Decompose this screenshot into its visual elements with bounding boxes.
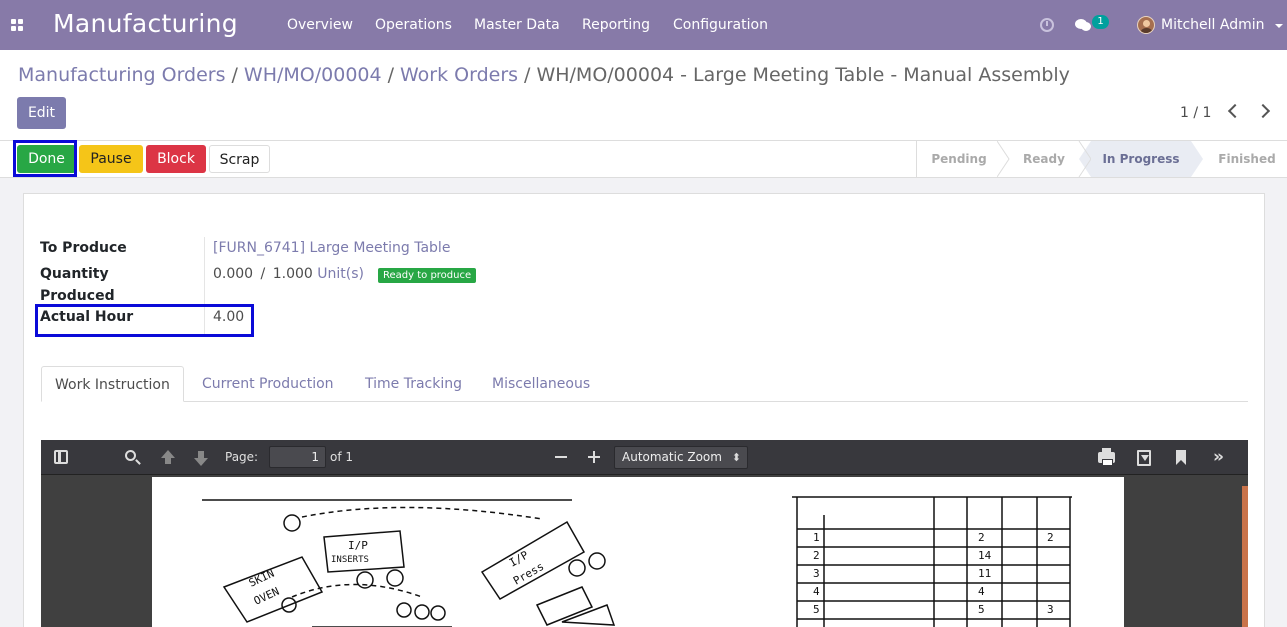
pdf-toolbar: Page: 1 of 1 Automatic Zoom » bbox=[41, 440, 1248, 475]
svg-text:5: 5 bbox=[813, 603, 820, 616]
svg-text:2: 2 bbox=[813, 549, 820, 562]
breadcrumb: Manufacturing Orders / WH/MO/00004/Work Or… bbox=[18, 64, 1070, 86]
svg-text:3: 3 bbox=[1047, 603, 1054, 616]
top-navbar: Manufacturing Overview Operations Master… bbox=[0, 0, 1287, 50]
tools-chevron-icon[interactable]: » bbox=[1213, 449, 1224, 466]
user-avatar[interactable] bbox=[1137, 16, 1155, 34]
status-badge: Ready to produce bbox=[378, 268, 477, 283]
stage-pending[interactable]: Pending bbox=[917, 141, 1001, 177]
svg-text:5: 5 bbox=[978, 603, 985, 616]
tab-current-production[interactable]: Current Production bbox=[202, 366, 334, 402]
apps-menu-icon[interactable] bbox=[11, 19, 24, 31]
svg-text:1: 1 bbox=[813, 531, 820, 544]
svg-text:2: 2 bbox=[978, 531, 985, 544]
svg-text:I/P: I/P bbox=[348, 539, 368, 552]
chevron-left-icon[interactable] bbox=[1227, 103, 1243, 119]
svg-text:3: 3 bbox=[813, 567, 820, 580]
menu-overview[interactable]: Overview bbox=[287, 17, 353, 33]
chat-count-badge: 1 bbox=[1092, 15, 1109, 29]
menu-reporting[interactable]: Reporting bbox=[582, 17, 650, 33]
tab-time-tracking[interactable]: Time Tracking bbox=[365, 366, 462, 402]
download-icon[interactable] bbox=[1137, 450, 1151, 466]
bookmark-icon[interactable] bbox=[1176, 450, 1186, 465]
qty-total: 1.000 bbox=[272, 266, 313, 282]
highlight-box-done bbox=[13, 140, 77, 177]
pdf-viewer: Page: 1 of 1 Automatic Zoom » bbox=[41, 440, 1248, 627]
svg-text:4: 4 bbox=[978, 585, 985, 598]
activity-clock-icon[interactable] bbox=[1040, 18, 1054, 32]
qty-separator: / bbox=[260, 266, 266, 282]
stage-finished[interactable]: Finished bbox=[1207, 141, 1287, 177]
quantity-produced-value: 0.000 / 1.000 Unit(s) bbox=[213, 266, 364, 282]
tab-work-instruction[interactable]: Work Instruction bbox=[41, 366, 184, 402]
control-panel: Manufacturing Orders / WH/MO/00004/Work Or… bbox=[0, 50, 1287, 141]
page-number-input[interactable]: 1 bbox=[269, 446, 326, 468]
breadcrumb-current: WH/MO/00004 - Large Meeting Table - Manu… bbox=[536, 64, 1070, 86]
breadcrumb-separator: / bbox=[231, 64, 238, 86]
search-icon[interactable] bbox=[125, 450, 136, 461]
to-produce-label: To Produce bbox=[40, 240, 127, 256]
stage-separator bbox=[1078, 141, 1091, 177]
stage-pipeline: Pending Ready In Progress Finished bbox=[916, 141, 1287, 177]
svg-text:2: 2 bbox=[1047, 531, 1054, 544]
zoom-select[interactable]: Automatic Zoom bbox=[614, 446, 748, 469]
notebook-tabs: Work Instruction Current Production Time… bbox=[41, 366, 1248, 402]
next-page-icon[interactable] bbox=[194, 451, 208, 466]
print-icon[interactable] bbox=[1098, 448, 1115, 466]
quantity-produced-label-2: Produced bbox=[40, 288, 115, 304]
sidebar-toggle-icon[interactable] bbox=[54, 450, 68, 464]
menu-operations[interactable]: Operations bbox=[375, 17, 452, 33]
quantity-produced-label: Quantity bbox=[40, 266, 109, 282]
qty-done: 0.000 bbox=[213, 266, 254, 282]
breadcrumb-mo[interactable]: WH/MO/00004 bbox=[244, 64, 382, 86]
svg-text:OVEN: OVEN bbox=[252, 585, 282, 608]
scrollbar[interactable] bbox=[1242, 486, 1248, 627]
pager-value[interactable]: 1 / 1 bbox=[1180, 105, 1211, 121]
menu-master-data[interactable]: Master Data bbox=[474, 17, 560, 33]
zoom-in-icon[interactable] bbox=[588, 451, 600, 463]
status-bar: Done Pause Block Scrap Pending Ready In … bbox=[0, 140, 1287, 178]
page-count: of 1 bbox=[330, 450, 354, 464]
block-button[interactable]: Block bbox=[146, 145, 206, 173]
chevron-right-icon[interactable] bbox=[1255, 103, 1271, 119]
menu-configuration[interactable]: Configuration bbox=[673, 17, 768, 33]
chat-icon[interactable] bbox=[1075, 19, 1091, 31]
chevron-down-icon[interactable] bbox=[1275, 24, 1283, 28]
app-title[interactable]: Manufacturing bbox=[53, 9, 238, 38]
breadcrumb-work-orders[interactable]: Work Orders bbox=[400, 64, 518, 86]
edit-button[interactable]: Edit bbox=[17, 97, 66, 129]
zoom-out-icon[interactable] bbox=[555, 456, 567, 458]
page-label: Page: bbox=[225, 450, 259, 464]
form-sheet: To Produce [FURN_6741] Large Meeting Tab… bbox=[23, 193, 1265, 627]
svg-text:INSERTS: INSERTS bbox=[331, 555, 369, 565]
svg-text:14: 14 bbox=[978, 549, 992, 562]
pdf-page-image: SKIN OVEN I/P INSERTS I/P Press 1 2 3 4 … bbox=[152, 477, 1124, 627]
tab-miscellaneous[interactable]: Miscellaneous bbox=[492, 366, 590, 402]
previous-page-icon[interactable] bbox=[161, 450, 175, 464]
pause-button[interactable]: Pause bbox=[79, 145, 143, 173]
breadcrumb-separator: / bbox=[387, 64, 394, 86]
qty-uom[interactable]: Unit(s) bbox=[317, 266, 364, 282]
assembly-sketch-image: SKIN OVEN I/P INSERTS I/P Press 1 2 3 4 … bbox=[202, 496, 1072, 627]
scrap-button[interactable]: Scrap bbox=[209, 145, 270, 173]
svg-text:11: 11 bbox=[978, 567, 991, 580]
svg-text:4: 4 bbox=[813, 585, 820, 598]
highlight-box-actual-hour bbox=[35, 304, 254, 337]
user-menu[interactable]: Mitchell Admin bbox=[1161, 17, 1265, 33]
to-produce-value[interactable]: [FURN_6741] Large Meeting Table bbox=[213, 240, 450, 256]
breadcrumb-separator: / bbox=[524, 64, 531, 86]
stage-in-progress[interactable]: In Progress bbox=[1091, 141, 1191, 177]
breadcrumb-manufacturing-orders[interactable]: Manufacturing Orders bbox=[18, 64, 226, 86]
